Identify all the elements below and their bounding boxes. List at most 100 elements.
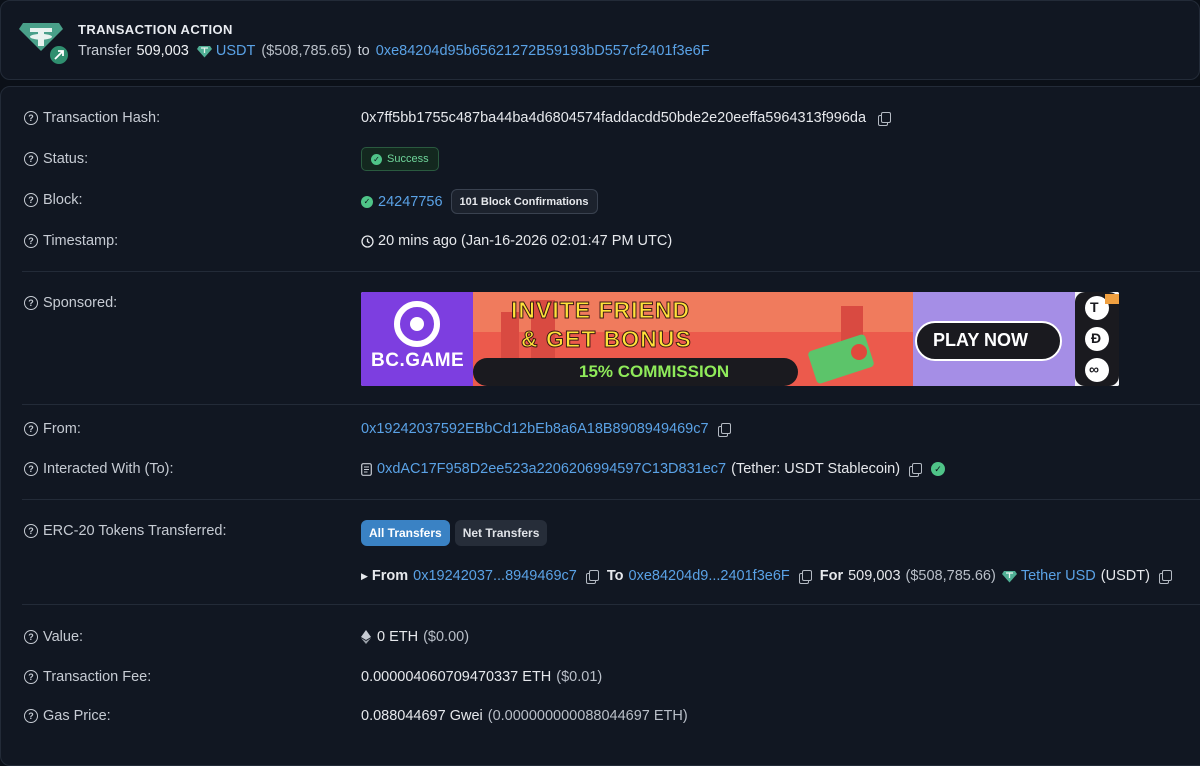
action-token-link[interactable]: USDT	[216, 43, 255, 59]
timestamp-value: 20 mins ago (Jan-16-2026 02:01:47 PM UTC…	[378, 233, 673, 249]
help-icon[interactable]: ?	[24, 193, 38, 207]
transfer-to-link[interactable]: 0xe84204d9...2401f3e6F	[629, 568, 790, 584]
action-to-word: to	[357, 43, 370, 59]
ethereum-icon	[361, 630, 371, 644]
gas-label-text: Gas Price:	[43, 708, 111, 724]
divider	[22, 499, 1200, 500]
contract-file-icon	[361, 462, 372, 476]
action-prefix: Transfer	[78, 43, 132, 59]
interacted-label: ? Interacted With (To):	[24, 461, 174, 477]
timestamp-value-row: 20 mins ago (Jan-16-2026 02:01:47 PM UTC…	[361, 233, 672, 249]
value-usd: ($0.00)	[423, 629, 470, 645]
transfer-to-word: To	[606, 568, 624, 584]
tether-coin-icon: T	[1090, 299, 1099, 315]
hash-label: ? Transaction Hash:	[24, 110, 160, 126]
help-icon[interactable]: ?	[24, 422, 38, 436]
tab-net-transfers[interactable]: Net Transfers	[454, 520, 548, 546]
polygon-icon: ∞	[1089, 361, 1099, 377]
ad-play-now-button[interactable]: PLAY NOW	[933, 330, 1028, 351]
from-value-row: 0x19242037592EBbCd12bEb8a6A18B8908949469…	[361, 421, 731, 437]
transfer-from-link[interactable]: 0x19242037...8949469c7	[413, 568, 577, 584]
block-label: ? Block:	[24, 192, 83, 208]
verified-check-icon: ✓	[931, 462, 946, 476]
help-icon[interactable]: ?	[24, 630, 38, 644]
divider	[22, 404, 1200, 405]
fee-label: ? Transaction Fee:	[24, 669, 151, 685]
fee-row: 0.000004060709470337 ETH ($0.01)	[361, 669, 602, 685]
action-usd-value: ($508,785.65)	[261, 43, 352, 59]
timestamp-label-text: Timestamp:	[43, 233, 119, 249]
value-eth: 0 ETH	[377, 629, 419, 645]
contract-address-link[interactable]: 0xdAC17F958D2ee523a2206206994597C13D831e…	[377, 461, 726, 477]
contract-name: (Tether: USDT Stablecoin)	[731, 461, 901, 477]
token-symbol: (USDT)	[1100, 568, 1150, 584]
from-label: ? From:	[24, 421, 81, 437]
transaction-action-title: TRANSACTION ACTION	[78, 22, 233, 37]
help-icon[interactable]: ?	[24, 462, 38, 476]
copy-icon[interactable]	[717, 422, 731, 437]
transfer-for-word: For	[819, 568, 844, 584]
ad-commission-text: 15% COMMISSION	[579, 362, 730, 381]
help-icon[interactable]: ?	[24, 152, 38, 166]
status-value-row: ✓ Success	[361, 147, 439, 171]
token-name-link[interactable]: Tether USD	[1021, 568, 1096, 584]
check-circle-icon: ✓	[371, 153, 382, 165]
transfer-amount: 509,003	[848, 568, 901, 584]
copy-icon[interactable]	[798, 569, 812, 584]
copy-icon[interactable]	[878, 111, 892, 126]
gas-gwei: 0.088044697 Gwei	[361, 708, 483, 724]
gas-row: 0.088044697 Gwei (0.000000000088044697 E…	[361, 708, 688, 724]
help-icon[interactable]: ?	[24, 670, 38, 684]
help-icon[interactable]: ?	[24, 296, 38, 310]
hash-value-row: 0x7ff5bb1755c487ba44ba4d6804574faddacdd5…	[361, 110, 892, 126]
check-circle-icon: ✓	[361, 195, 373, 208]
ad-brand-text: BC.GAME	[371, 350, 465, 371]
ad-headline-2: & GET BONUS	[521, 326, 692, 353]
sponsored-label-text: Sponsored:	[43, 295, 118, 311]
caret-right-icon[interactable]: ▶	[361, 571, 368, 582]
tether-token-icon	[196, 45, 212, 57]
fee-label-text: Transaction Fee:	[43, 669, 152, 685]
erc20-tabs: All Transfers Net Transfers	[361, 520, 552, 546]
status-label: ? Status:	[24, 151, 88, 167]
gas-eth: (0.000000000088044697 ETH)	[487, 708, 688, 724]
status-text: Success	[387, 153, 429, 165]
fee-usd: ($0.01)	[556, 669, 603, 685]
clock-icon	[361, 234, 374, 248]
erc20-transfer-row: ▶ From 0x19242037...8949469c7 To 0xe8420…	[361, 568, 1172, 584]
copy-icon[interactable]	[909, 462, 923, 477]
timestamp-label: ? Timestamp:	[24, 233, 118, 249]
value-row: 0 ETH ($0.00)	[361, 629, 469, 645]
status-label-text: Status:	[43, 151, 89, 167]
value-label: ? Value:	[24, 629, 83, 645]
sponsored-ad-banner[interactable]: BC.GAME INVITE FRIEND & GET BONUS 15% CO…	[361, 292, 1119, 386]
tab-all-transfers[interactable]: All Transfers	[361, 520, 450, 546]
divider	[22, 604, 1200, 605]
transaction-action-summary: Transfer 509,003 USDT ($508,785.65) to 0…	[78, 43, 710, 59]
copy-icon[interactable]	[585, 569, 599, 584]
erc20-label-text: ERC-20 Tokens Transferred:	[43, 523, 227, 539]
block-label-text: Block:	[43, 192, 83, 208]
from-label-text: From:	[43, 421, 81, 437]
help-icon[interactable]: ?	[24, 524, 38, 538]
tether-token-icon	[1001, 570, 1017, 582]
transaction-details-card: ? Transaction Hash: 0x7ff5bb1755c487ba44…	[0, 86, 1200, 766]
help-icon[interactable]: ?	[24, 111, 38, 125]
tether-transfer-icon	[19, 23, 70, 66]
help-icon[interactable]: ?	[24, 709, 38, 723]
status-badge: ✓ Success	[361, 147, 439, 171]
action-to-address-link[interactable]: 0xe84204d95b65621272B59193bD557cf2401f3e…	[376, 43, 710, 59]
from-address-link[interactable]: 0x19242037592EBbCd12bEb8a6A18B8908949469…	[361, 421, 709, 437]
copy-icon[interactable]	[1158, 569, 1172, 584]
ad-headline-1: INVITE FRIEND	[510, 297, 691, 324]
fee-eth: 0.000004060709470337 ETH	[361, 669, 552, 685]
gas-label: ? Gas Price:	[24, 708, 111, 724]
interacted-value-row: 0xdAC17F958D2ee523a2206206994597C13D831e…	[361, 461, 950, 477]
transfer-from-word: From	[371, 568, 409, 584]
divider	[22, 271, 1200, 272]
transaction-hash: 0x7ff5bb1755c487ba44ba4d6804574faddacdd5…	[361, 110, 867, 126]
help-icon[interactable]: ?	[24, 234, 38, 248]
block-value-row: ✓ 24247756 101 Block Confirmations	[361, 189, 598, 214]
block-number-link[interactable]: 24247756	[378, 194, 443, 210]
dogecoin-icon: Ð	[1091, 330, 1102, 346]
